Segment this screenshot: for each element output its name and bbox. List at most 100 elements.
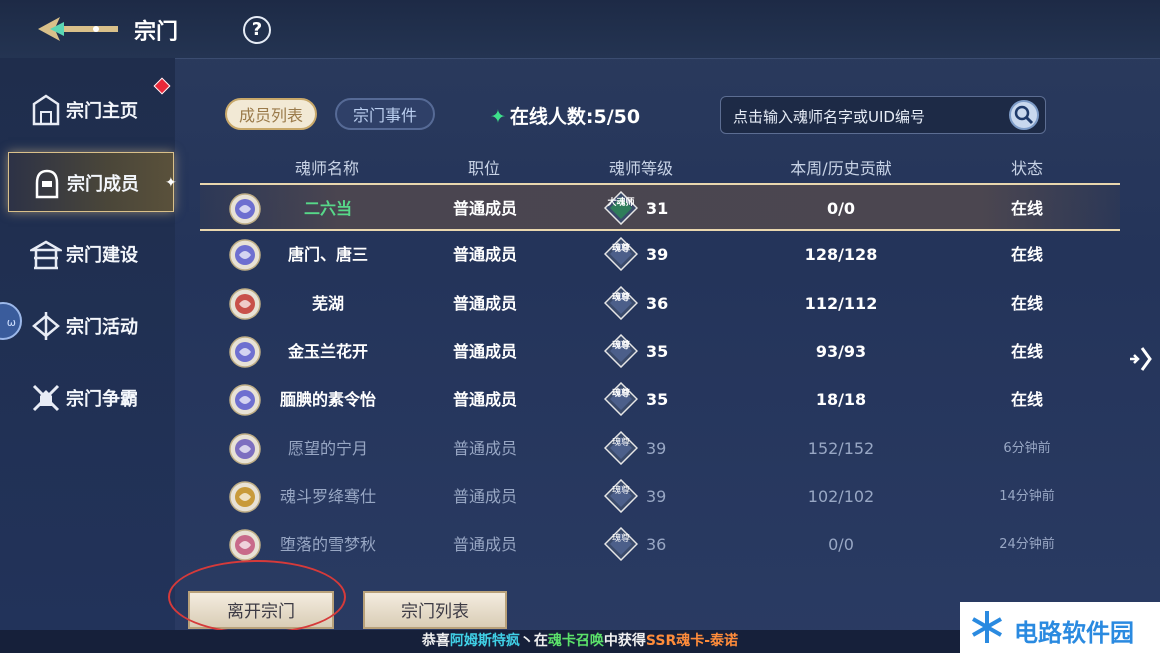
- member-avatar-icon: [229, 336, 261, 368]
- search-input[interactable]: 点击输入魂师名字或UID编号: [733, 106, 925, 127]
- member-status: 14分钟前: [999, 488, 1055, 504]
- member-position: 普通成员: [452, 245, 518, 265]
- rank-badge-label: 魂尊: [611, 534, 630, 545]
- sect-battle-icon: [32, 384, 60, 412]
- sect-home-icon: [32, 94, 60, 126]
- top-bar: 宗门 ?: [0, 0, 1160, 59]
- member-position: 普通成员: [452, 341, 518, 361]
- member-position: 普通成员: [452, 535, 518, 555]
- table-row[interactable]: 金玉兰花开 普通成员 魂尊 35 93/93 在线: [200, 328, 1120, 376]
- online-star-icon: ✦: [490, 106, 506, 128]
- table-row[interactable]: 芜湖 普通成员 魂尊 36 112/112 在线: [200, 280, 1120, 328]
- member-contribution: 0/0: [828, 535, 854, 555]
- member-contribution: 18/18: [815, 390, 867, 410]
- column-header-level: 魂师等级: [608, 159, 674, 178]
- rank-badge-label: 魂尊: [611, 244, 630, 255]
- member-position: 普通成员: [452, 293, 518, 313]
- sidebar-item-label: 宗门成员: [67, 174, 139, 195]
- watermark: 电路软件园: [960, 602, 1160, 653]
- column-header-status: 状态: [1010, 159, 1044, 178]
- page-title: 宗门: [134, 20, 179, 45]
- tab-sect-events[interactable]: 宗门事件: [335, 98, 435, 130]
- member-position: 普通成员: [452, 438, 518, 458]
- member-level: 36: [646, 293, 669, 313]
- rank-badge-label: 魂尊: [611, 340, 630, 351]
- member-status: 在线: [1010, 245, 1044, 265]
- member-status: 在线: [1010, 293, 1044, 313]
- active-star-icon: ✦: [165, 175, 177, 191]
- search-icon: [1014, 105, 1034, 125]
- search-box[interactable]: 点击输入魂师名字或UID编号: [720, 96, 1046, 134]
- highlight-circle: [168, 560, 346, 634]
- sidebar-item-label: 宗门活动: [66, 317, 138, 338]
- sidebar-item-label: 宗门争霸: [66, 389, 138, 410]
- member-name: 魂斗罗绛骞仕: [279, 486, 377, 506]
- column-header-position: 职位: [467, 159, 501, 178]
- table-row[interactable]: 愿望的宁月 普通成员 魂尊 39 152/152 6分钟前: [200, 425, 1120, 473]
- sidebar-item-label: 宗门建设: [66, 245, 138, 266]
- member-contribution: 128/128: [804, 245, 878, 265]
- watermark-text: 电路软件园: [1014, 619, 1134, 647]
- table-row[interactable]: 二六当 普通成员 大魂师 31 0/0 在线: [200, 183, 1120, 231]
- member-status: 在线: [1010, 341, 1044, 361]
- back-arrow-icon[interactable]: [34, 12, 120, 46]
- member-level: 39: [646, 486, 667, 506]
- sidebar-item-home[interactable]: 宗门主页: [0, 80, 175, 138]
- member-name: 芜湖: [311, 293, 345, 313]
- member-contribution: 0/0: [826, 199, 856, 218]
- help-button[interactable]: ?: [243, 16, 271, 44]
- column-header-contribution: 本周/历史贡献: [790, 159, 892, 178]
- member-status: 在线: [1010, 199, 1044, 218]
- table-row[interactable]: 魂斗罗绛骞仕 普通成员 魂尊 39 102/102 14分钟前: [200, 473, 1120, 521]
- sect-activity-icon: [32, 312, 60, 340]
- member-position: 普通成员: [452, 486, 518, 506]
- member-avatar-icon: [229, 287, 261, 320]
- member-level: 31: [646, 199, 669, 218]
- member-status: 6分钟前: [1003, 440, 1051, 456]
- member-avatar-icon: [229, 384, 261, 416]
- sect-members-icon: [35, 169, 59, 199]
- rank-badge-label: 魂尊: [611, 437, 630, 448]
- sidebar-item-build[interactable]: 宗门建设: [0, 224, 175, 282]
- watermark-logo-icon: [972, 611, 1002, 643]
- member-contribution: 152/152: [807, 438, 875, 458]
- member-avatar-icon: [229, 193, 261, 225]
- member-status: 24分钟前: [999, 537, 1055, 553]
- search-button[interactable]: [1009, 100, 1039, 130]
- member-contribution: 102/102: [807, 486, 875, 506]
- member-name: 腼腆的素令怡: [279, 390, 377, 410]
- member-level: 39: [646, 245, 669, 265]
- member-avatar-icon: [229, 529, 261, 561]
- member-avatar-icon: [229, 432, 261, 465]
- sect-list-button[interactable]: 宗门列表: [363, 591, 507, 629]
- member-name: 金玉兰花开: [287, 341, 369, 361]
- column-header-name: 魂师名称: [294, 159, 360, 178]
- member-avatar-icon: [229, 239, 261, 272]
- sidebar-item-battle[interactable]: 宗门争霸: [0, 368, 175, 426]
- member-level: 35: [646, 341, 669, 361]
- rank-badge-label: 大魂师: [607, 198, 635, 208]
- member-position: 普通成员: [452, 390, 518, 410]
- member-avatar-icon: [229, 481, 261, 513]
- rank-badge-label: 魂尊: [611, 485, 630, 496]
- member-status: 在线: [1010, 390, 1044, 410]
- member-name: 堕落的雪梦秋: [279, 535, 377, 555]
- table-row[interactable]: 唐门、唐三 普通成员 魂尊 39 128/128 在线: [200, 231, 1120, 279]
- sidebar-item-members[interactable]: 宗门成员: [8, 152, 174, 212]
- online-count: ✦ 在线人数:5/50: [490, 106, 641, 128]
- sidebar-item-activity[interactable]: 宗门活动: [0, 296, 175, 354]
- member-position: 普通成员: [452, 199, 518, 218]
- next-page-arrow-icon[interactable]: [1124, 344, 1154, 374]
- member-level: 35: [646, 390, 669, 410]
- member-contribution: 112/112: [804, 293, 878, 313]
- table-row[interactable]: 堕落的雪梦秋 普通成员 魂尊 36 0/0 24分钟前: [200, 521, 1120, 569]
- sect-build-icon: [30, 240, 62, 270]
- rank-badge-label: 魂尊: [611, 389, 630, 400]
- sidebar-item-label: 宗门主页: [66, 101, 138, 122]
- member-contribution: 93/93: [815, 341, 867, 361]
- tab-member-list[interactable]: 成员列表: [225, 98, 317, 130]
- member-name: 愿望的宁月: [287, 438, 369, 458]
- table-row[interactable]: 腼腆的素令怡 普通成员 魂尊 35 18/18 在线: [200, 376, 1120, 424]
- rank-badge-label: 魂尊: [611, 292, 630, 303]
- member-name: 二六当: [303, 199, 353, 218]
